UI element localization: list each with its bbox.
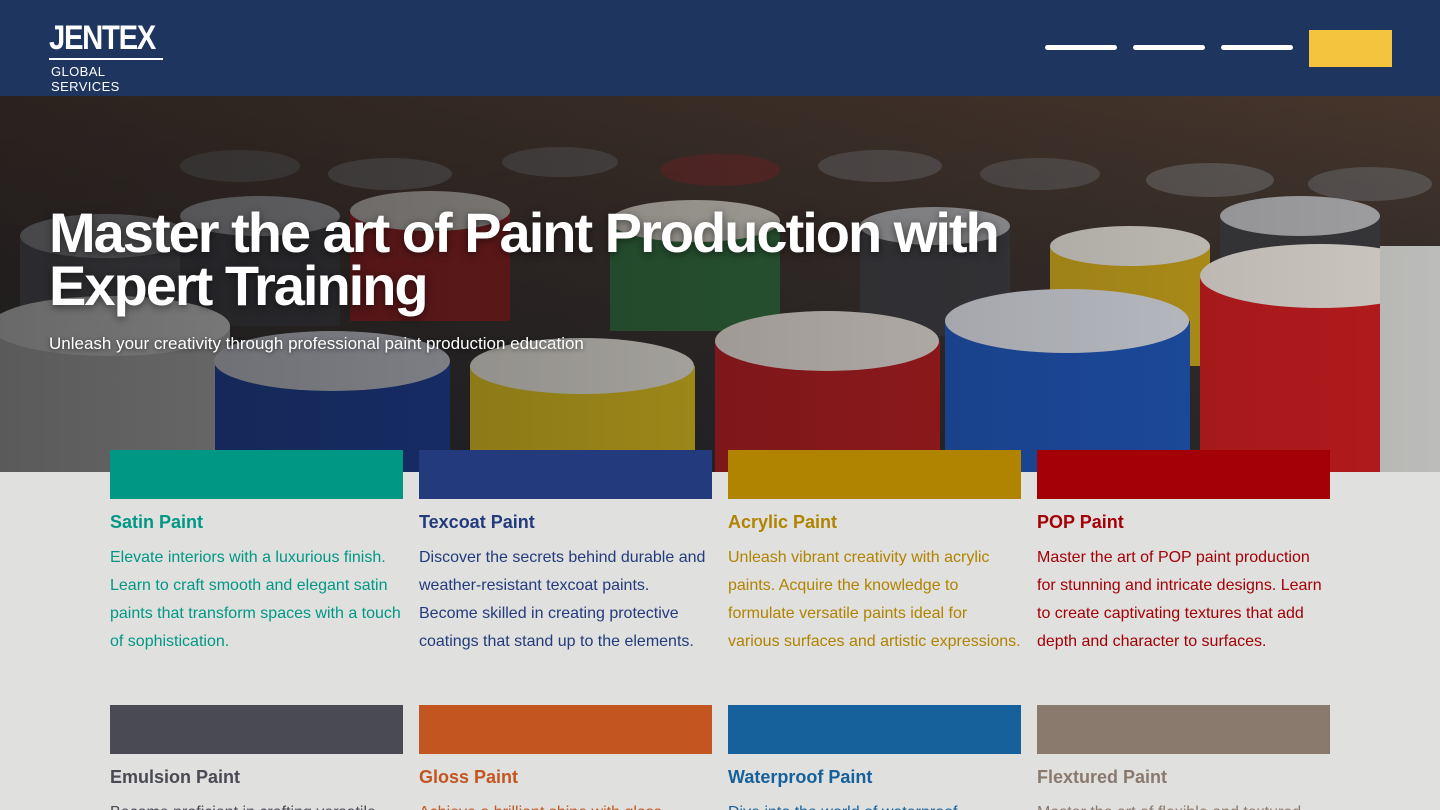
card-title: Gloss Paint (419, 767, 519, 787)
card-color-bar (419, 705, 712, 754)
logo[interactable]: JENTEX GLOBAL SERVICES (49, 20, 164, 94)
card-color-bar (728, 705, 1021, 754)
card-description: Unleash vibrant creativity with acrylic … (728, 549, 1021, 650)
logo-wordmark: JENTEX (49, 19, 156, 57)
nav-item-3[interactable] (1221, 45, 1293, 50)
card-color-bar (419, 450, 712, 499)
course-card-flextured[interactable]: Flextured Paint Master the art of flexib… (1037, 705, 1330, 810)
course-card-emulsion[interactable]: Emulsion Paint Become proficient in craf… (110, 705, 403, 810)
card-description: Elevate interiors with a luxurious finis… (110, 549, 401, 650)
card-title: Flextured Paint (1037, 767, 1168, 787)
course-card-satin[interactable]: Satin Paint Elevate interiors with a lux… (110, 450, 403, 656)
card-color-bar (110, 450, 403, 499)
course-card-waterproof[interactable]: Waterproof Paint Dive into the world of … (728, 705, 1021, 810)
card-description: Become proficient in crafting versatile (110, 799, 403, 810)
course-card-gloss[interactable]: Gloss Paint Achieve a brilliant shine wi… (419, 705, 712, 810)
hero-banner: Master the art of Paint Production with … (0, 96, 1440, 472)
site-header: JENTEX GLOBAL SERVICES (0, 0, 1440, 96)
cta-button[interactable] (1309, 30, 1392, 67)
nav-item-1[interactable] (1045, 45, 1117, 50)
logo-tagline: GLOBAL SERVICES (51, 64, 120, 94)
card-description: Discover the secrets behind durable and … (419, 549, 706, 650)
card-color-bar (728, 450, 1021, 499)
nav-item-2[interactable] (1133, 45, 1205, 50)
hero-subtitle: Unleash your creativity through professi… (49, 334, 584, 353)
logo-divider (49, 58, 163, 60)
card-title: POP Paint (1037, 512, 1124, 532)
card-description: Master the art of flexible and textured (1037, 799, 1330, 810)
card-description: Achieve a brilliant shine with gloss (419, 799, 712, 810)
card-color-bar (110, 705, 403, 754)
hero-title: Master the art of Paint Production with … (49, 201, 1000, 317)
card-color-bar (1037, 705, 1330, 754)
card-title: Waterproof Paint (728, 767, 873, 787)
card-title: Satin Paint (110, 512, 204, 532)
course-card-texcoat[interactable]: Texcoat Paint Discover the secrets behin… (419, 450, 712, 656)
card-color-bar (1037, 450, 1330, 499)
card-description: Dive into the world of waterproof (728, 799, 1021, 810)
card-description: Master the art of POP paint production f… (1037, 549, 1322, 650)
card-title: Emulsion Paint (110, 767, 241, 787)
course-card-pop[interactable]: POP Paint Master the art of POP paint pr… (1037, 450, 1330, 656)
card-title: Acrylic Paint (728, 512, 838, 532)
card-title: Texcoat Paint (419, 512, 535, 532)
course-card-acrylic[interactable]: Acrylic Paint Unleash vibrant creativity… (728, 450, 1021, 656)
